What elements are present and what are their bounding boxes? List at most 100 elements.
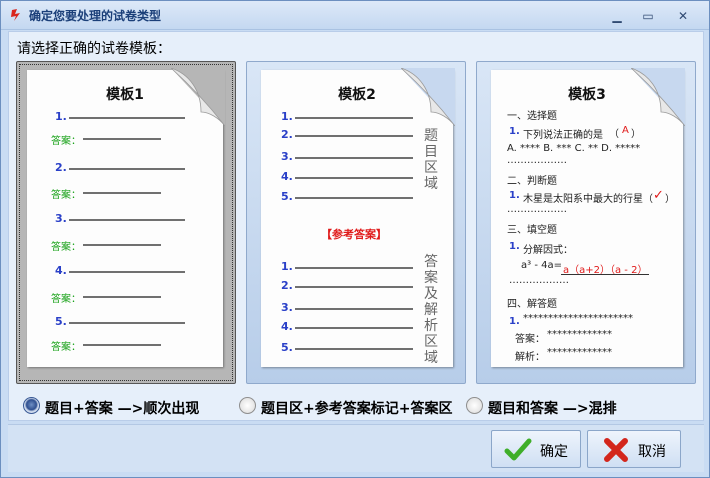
dots: ……………… [509,275,569,286]
q-number: 5. [55,315,67,328]
dialog-window: 确定您要处理的试卷类型 ▁ ▭ ✕ 请选择正确的试卷模板： 模板1 1. 答案：… [0,0,710,478]
option-mixed[interactable]: 题目和答案 —>混排 [464,395,664,417]
option-mixed-label[interactable]: 题目和答案 —>混排 [488,398,617,418]
q-number: 3. [281,150,293,163]
q-number: 1. [281,110,293,123]
q-options: A. **** B. *** C. ** D. ***** [507,143,641,154]
formula: a³ - 4a= [521,260,562,271]
x-icon [604,438,628,462]
ok-button-label: 确定 [540,444,568,460]
radio-sequential[interactable] [23,397,40,414]
q-number: 1. [509,190,520,201]
line [83,138,161,140]
line [295,308,413,310]
dots: ……………… [507,155,567,166]
radio-mixed[interactable] [466,397,483,414]
line [69,168,185,170]
q-number: 5. [281,341,293,354]
paren-close: ） [665,194,675,205]
template-1-title: 模板1 [106,87,144,103]
check-icon [504,438,532,461]
line [295,177,413,179]
template-3-paper: 模板3 一、选择题 1. 下列说法正确的是 （ A ） A. **** B. *… [491,68,685,367]
section-heading: 三、填空题 [507,225,557,236]
question-area-label: 题目区域 [424,128,438,192]
check-mark-icon: ✓ [653,188,664,203]
line [295,286,413,288]
answer-area-label: 答案及解析区域 [424,254,438,366]
option-separated-label[interactable]: 题目区+参考答案标记+答案区 [261,398,452,418]
answer-label: 答案： [515,334,545,345]
title-bar[interactable]: 确定您要处理的试卷类型 ▁ ▭ ✕ [1,1,709,30]
q-number: 1. [509,241,520,252]
section-heading: 一、选择题 [507,111,557,122]
q-number: 4. [55,264,67,277]
paren-close: ） [631,129,641,140]
maximize-button[interactable]: ▭ [635,8,661,24]
q-number: 2. [281,128,293,141]
q-number: 1. [55,110,67,123]
answer-stars: ************* [547,329,612,340]
q-number: 4. [281,170,293,183]
q-text: 分解因式： [523,245,573,256]
option-separated[interactable]: 题目区+参考答案标记+答案区 [237,395,467,417]
line [69,117,185,119]
reference-answer-marker: 【参考答案】 [321,228,387,241]
q-number: 4. [281,320,293,333]
q-answer: A [622,125,629,136]
template-2-card[interactable]: 模板2 1. 2. 3. 4. 5. 题目区域 【参考答案】 1. 2. 3. … [246,61,466,384]
radio-separated[interactable] [239,397,256,414]
analysis-stars: ************* [547,347,612,358]
window-title: 确定您要处理的试卷类型 [29,9,162,23]
answer-label: 答案： [51,242,81,253]
option-sequential[interactable]: 题目+答案 —>顺次出现 [21,395,221,417]
line [69,271,185,273]
option-sequential-label[interactable]: 题目+答案 —>顺次出现 [45,398,199,418]
answer-label: 答案： [51,294,81,305]
line [295,135,413,137]
template-3-title: 模板3 [568,87,606,103]
line [69,219,185,221]
template-1-card[interactable]: 模板1 1. 答案： 2. 答案： 3. 答案： 4. 答案： 5. 答案： [16,61,236,384]
dots: ……………… [507,204,567,215]
section-heading: 四、解答题 [507,299,557,310]
q-number: 2. [281,279,293,292]
line [295,117,413,119]
q-text: 木星是太阳系中最大的行星（ [523,194,653,205]
close-button[interactable]: ✕ [670,8,696,24]
minimize-button[interactable]: ▁ [604,8,630,24]
q-number: 1. [509,316,520,327]
template-3-card[interactable]: 模板3 一、选择题 1. 下列说法正确的是 （ A ） A. **** B. *… [476,61,696,384]
answer-label: 答案： [51,136,81,147]
answer-label: 答案： [51,190,81,201]
analysis-label: 解析： [515,352,545,363]
q-stars: ********************** [523,313,633,324]
line [69,322,185,324]
template-2-title: 模板2 [338,87,376,103]
q-number: 5. [281,190,293,203]
line [83,244,161,246]
cancel-button[interactable]: 取消 [587,430,681,468]
app-logo-icon [11,9,20,21]
line [295,157,413,159]
line [83,296,161,298]
line [295,267,413,269]
line [83,344,161,346]
ok-button[interactable]: 确定 [491,430,581,468]
template-2-paper: 模板2 1. 2. 3. 4. 5. 题目区域 【参考答案】 1. 2. 3. … [261,68,455,367]
prompt-label: 请选择正确的试卷模板： [17,41,171,57]
line [295,327,413,329]
q-number: 1. [281,260,293,273]
q-number: 1. [509,126,520,137]
cancel-button-label: 取消 [638,444,666,460]
line [83,192,161,194]
template-1-paper: 模板1 1. 答案： 2. 答案： 3. 答案： 4. 答案： 5. 答案： [27,68,225,367]
q-number: 2. [55,161,67,174]
paren-open: （ [609,129,619,140]
underline [561,274,649,275]
q-number: 3. [281,301,293,314]
q-text: 下列说法正确的是 [523,130,603,141]
line [295,348,413,350]
section-heading: 二、判断题 [507,176,557,187]
q-number: 3. [55,212,67,225]
